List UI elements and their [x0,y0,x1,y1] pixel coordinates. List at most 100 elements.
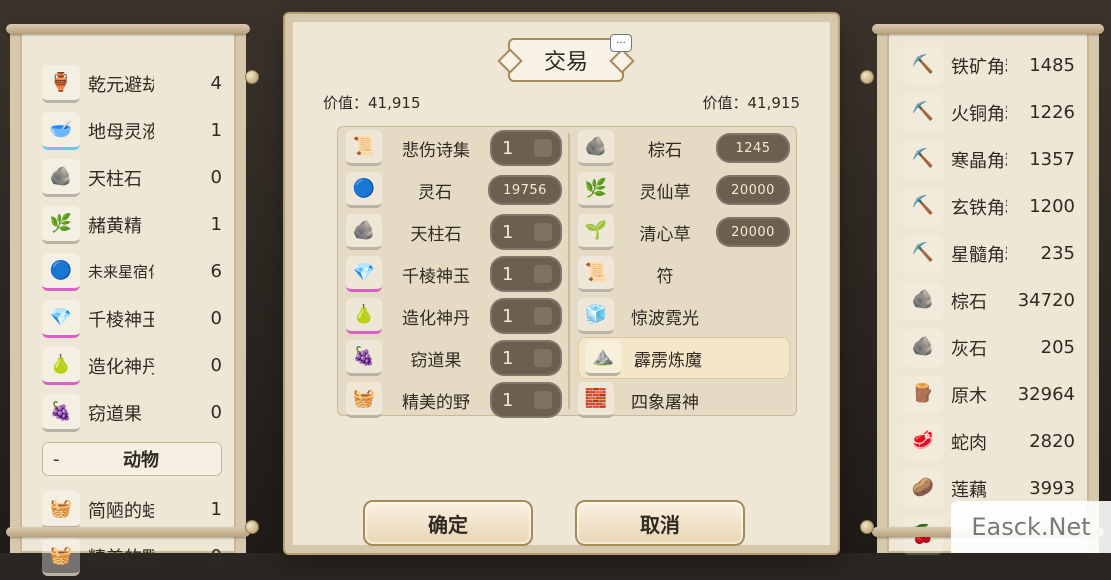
left_inventory.animals-item[interactable]: 🧺 精美的野猪笼 0 [42,533,222,580]
right-inventory-list[interactable]: ⛏️ 铁矿角料 1485 ⛏️ 火铜角料 1226 ⛏️ 寒晶角料 1357 ⛏️ 玄铁角料 1200… [903,42,1075,559]
quantity-stepper-icon[interactable] [534,307,552,325]
item-icon: 🪨 [903,328,943,367]
left_inventory.items-item[interactable]: 🏺 乾元避劫丹 4 [42,60,222,107]
npc-value-label: 价值：41,915 [702,94,801,112]
quantity-stepper-icon[interactable] [534,139,552,157]
npc-offer-list[interactable]: 🪨 棕石 1245 🌿 灵仙草 20000 🌱 清心草 20000 📜 符 🧊 惊波霓光 ⛰️ 霹雳炼魔 🧱 四… [578,127,790,418]
item-icon: 🧺 [42,490,80,529]
right_inventory.items-item[interactable]: 🪨 棕石 34720 [903,277,1075,324]
player-value-label: 价值：41,915 [323,94,421,112]
offer-item-icon: 💎 [346,256,382,292]
confirm-button[interactable]: 确定 [363,500,533,546]
item-name: 乾元避劫丹 [88,74,154,96]
left_inventory.items-item[interactable]: 🍐 造化神丹 0 [42,342,222,389]
offer-item-icon: 🍇 [346,340,382,376]
quantity-value: 20000 [731,182,775,198]
item-name: 赭黄精 [88,215,142,237]
quantity-pill[interactable]: 1 [490,214,562,250]
item-count: 0 [210,355,222,376]
dialog.offer_right-row[interactable]: 🪨 棕石 1245 [578,127,790,169]
item-name: 天柱石 [88,168,142,190]
category-header-animals[interactable]: - 动物 [42,442,222,476]
item-count: 1 [210,120,222,141]
dialog.offer_right-row[interactable]: 📜 符 [578,253,790,295]
item-count: 1 [210,214,222,235]
quantity-pill[interactable]: 20000 [716,217,790,247]
right_inventory.items-item[interactable]: ⛏️ 铁矿角料 1485 [903,42,1075,89]
dialog.offer_right-row[interactable]: 🌱 清心草 20000 [578,211,790,253]
quantity-pill[interactable]: 1 [490,298,562,334]
quantity-stepper-icon[interactable] [534,265,552,283]
dialog.offer_right-row[interactable]: ⛰️ 霹雳炼魔 [578,337,790,379]
dialog.offer_left-row[interactable]: 📜 悲伤诗集 1 [346,127,562,169]
quantity-pill[interactable]: 20000 [716,175,790,205]
dialog.offer_left-row[interactable]: 🍐 造化神丹 1 [346,295,562,337]
dialog.offer_left-row[interactable]: 🧺 精美的野 1 [346,379,562,421]
item-name: 星髓角料 [951,244,1007,266]
left_inventory.items-item[interactable]: 🪨 天柱石 0 [42,154,222,201]
right_inventory.items-item[interactable]: 🥩 蛇肉 2820 [903,418,1075,465]
quantity-stepper-icon[interactable] [534,391,552,409]
dialog.offer_left-row[interactable]: 🍇 窃道果 1 [346,337,562,379]
item-count: 1357 [1029,149,1075,170]
quantity-pill[interactable]: 1 [490,130,562,166]
right_inventory.items-item[interactable]: ⛏️ 星髓角料 235 [903,230,1075,277]
item-count: 3993 [1029,478,1075,499]
right_inventory.items-item[interactable]: ⛏️ 玄铁角料 1200 [903,183,1075,230]
quantity-pill[interactable]: 19756 [488,175,562,205]
item-count: 1226 [1029,102,1075,123]
right_inventory.items-item[interactable]: ⛏️ 火铜角料 1226 [903,89,1075,136]
right-inventory-panel: ⛏️ 铁矿角料 1485 ⛏️ 火铜角料 1226 ⛏️ 寒晶角料 1357 ⛏️ 玄铁角料 1200… [877,28,1099,555]
left_inventory.items-item[interactable]: 🔵 未来星宿化劫丹 6 [42,248,222,295]
dialog.offer_left-row[interactable]: 💎 千棱神玉 1 [346,253,562,295]
quantity-pill[interactable]: 1245 [716,133,790,163]
left-inventory-list[interactable]: 🏺 乾元避劫丹 4 🥣 地母灵液 1 🪨 天柱石 0 🌿 赭黄精 1 🔵 未来星宿化劫丹 6 💎 千棱神玉 0 🍐 造… [42,60,222,580]
right_inventory.items-item[interactable]: 🪨 灰石 205 [903,324,1075,371]
right_inventory.items-item[interactable]: 🪵 原木 32964 [903,371,1075,418]
left_inventory.items-item[interactable]: 🥣 地母灵液 1 [42,107,222,154]
player-offer-list[interactable]: 📜 悲伤诗集 1 🔵 灵石 19756 🪨 天柱石 1 💎 千棱神玉 1 🍐 造化神丹 1 🍇 窃道果 1 🧺 精美的… [346,127,562,418]
quantity-pill[interactable]: 1 [490,382,562,418]
offer-item-name: 符 [656,266,674,287]
offer-item-icon: 🪨 [346,214,382,250]
offer-item-icon: 🌱 [578,214,614,250]
left_inventory.items-item[interactable]: 💎 千棱神玉 0 [42,295,222,342]
offer-item-name: 霹雳炼魔 [634,350,702,371]
left_inventory.animals-item[interactable]: 🧺 简陋的蛙笼 1 [42,486,222,533]
dialog.offer_right-row[interactable]: 🌿 灵仙草 20000 [578,169,790,211]
quantity-stepper-icon[interactable] [534,223,552,241]
right_inventory.items-item[interactable]: ⛏️ 寒晶角料 1357 [903,136,1075,183]
offer-item-icon: 🌿 [578,172,614,208]
trade-dialog: 交易 ··· 价值：41,915 价值：41,915 📜 悲伤诗集 1 🔵 灵石 1975… [285,14,838,553]
dialog.offer_right-row[interactable]: 🧱 四象屠神 [578,379,790,421]
item-name: 灰石 [951,338,987,360]
item-count: 1485 [1029,55,1075,76]
dialog.offer_left-row[interactable]: 🪨 天柱石 1 [346,211,562,253]
category-title: 动物 [123,450,159,471]
item-name: 寒晶角料 [951,150,1007,172]
item-name: 千棱神玉 [88,309,154,331]
quantity-value: 1 [502,347,514,369]
item-count: 205 [1040,337,1075,358]
left_inventory.items-item[interactable]: 🌿 赭黄精 1 [42,201,222,248]
item-icon: 🍐 [42,346,80,385]
dialog.offer_right-row[interactable]: 🧊 惊波霓光 [578,295,790,337]
quantity-pill[interactable]: 1 [490,340,562,376]
dialog.offer_left-row[interactable]: 🔵 灵石 19756 [346,169,562,211]
left_inventory.items-item[interactable]: 🍇 窃道果 0 [42,389,222,436]
trade-divider [568,133,570,409]
offer-item-name: 千棱神玉 [402,266,470,287]
item-icon: 🪨 [903,281,943,320]
cancel-button[interactable]: 取消 [575,500,745,546]
quantity-value: 1 [502,221,514,243]
chat-bubble-icon[interactable]: ··· [610,34,632,52]
item-icon: 🥣 [42,111,80,150]
quantity-value: 1 [502,137,514,159]
quantity-pill[interactable]: 1 [490,256,562,292]
collapse-minus-icon[interactable]: - [53,449,71,470]
item-icon: 🪵 [903,375,943,414]
item-name: 蛇肉 [951,432,987,454]
quantity-stepper-icon[interactable] [534,349,552,367]
quantity-value: 1 [502,305,514,327]
item-name: 火铜角料 [951,103,1007,125]
